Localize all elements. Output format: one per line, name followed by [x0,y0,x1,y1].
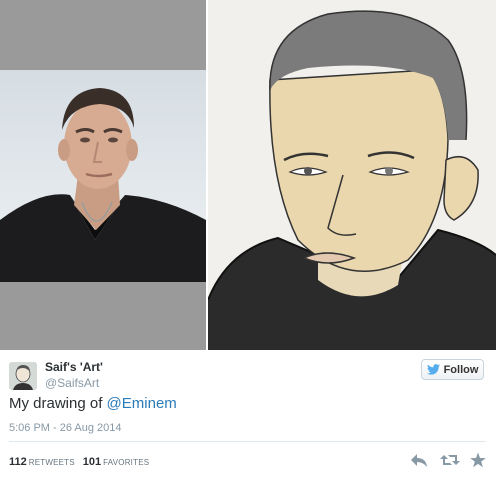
divider [9,441,486,442]
follow-label: Follow [443,363,479,376]
pencil-drawing [207,0,496,350]
username[interactable]: @SaifsArt [45,376,99,390]
tweet-actions [410,452,488,470]
reply-icon[interactable] [410,452,428,473]
retweet-icon[interactable] [440,452,460,473]
tweet: Saif's 'Art' @SaifsArt Follow My drawing… [0,350,496,484]
retweets-count[interactable]: 112 [9,456,27,468]
retweets-label[interactable]: RETWEETS [29,458,75,467]
favorites-count[interactable]: 101 [83,456,101,468]
star-icon[interactable] [470,452,486,473]
mention-link[interactable]: @Eminem [107,395,177,412]
eminem-photo [0,70,206,282]
tweet-stats: 112 RETWEETS 101 FAVORITES [9,456,157,468]
timestamp[interactable]: 5:06 PM - 26 Aug 2014 [9,422,122,434]
drawing-panel[interactable] [207,0,496,350]
display-name[interactable]: Saif's 'Art' [45,360,103,374]
avatar[interactable] [9,362,37,390]
photo-panel[interactable] [0,0,206,350]
twitter-bird-icon [426,364,440,375]
tweet-media[interactable] [0,0,496,350]
avatar-image [9,362,37,390]
favorites-label[interactable]: FAVORITES [103,458,149,467]
tweet-text-prefix: My drawing of [9,395,107,412]
tweet-text: My drawing of @Eminem [9,395,177,412]
follow-button[interactable]: Follow [421,359,484,380]
